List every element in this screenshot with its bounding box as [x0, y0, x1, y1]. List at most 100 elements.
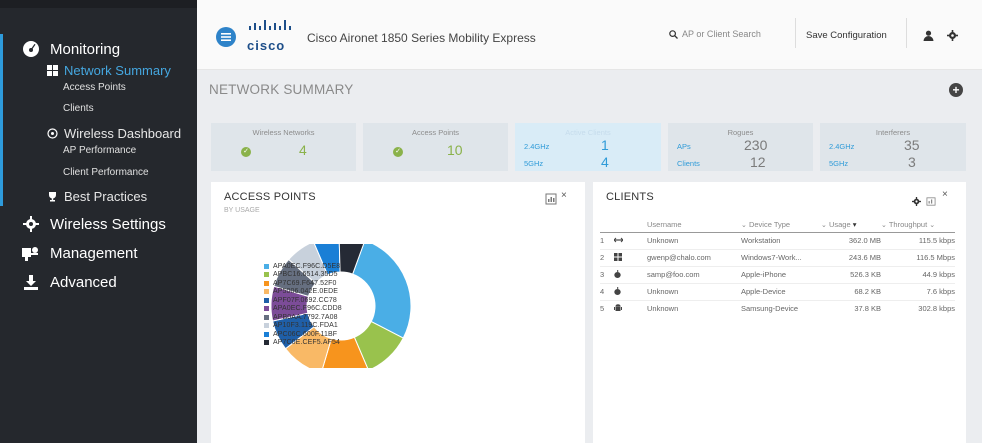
check-icon: ✓: [241, 147, 251, 157]
sidebar-item-access-points[interactable]: Access Points: [63, 80, 126, 94]
col-usage[interactable]: ⌄ Usage ▾: [821, 218, 881, 233]
close-icon[interactable]: ×: [942, 189, 948, 200]
stat-label: Rogues: [727, 128, 754, 137]
row-index: 2: [600, 248, 614, 266]
panel-title: ACCESS POINTS: [224, 191, 316, 203]
band-label: 2.4GHz: [829, 142, 855, 151]
sidebar-item-monitoring[interactable]: Monitoring: [0, 36, 197, 62]
sidebar-item-advanced[interactable]: Advanced: [0, 269, 197, 295]
stat-rogues[interactable]: Rogues APs 230 Clients 12: [668, 123, 813, 171]
table-row[interactable]: 1 Unknown Workstation 362.0 MB 115.5 kbps: [600, 231, 955, 249]
stat-label: Wireless Networks: [252, 128, 315, 137]
sidebar-item-ap-performance[interactable]: AP Performance: [63, 143, 136, 157]
client-device-type: Apple-iPhone: [741, 265, 821, 283]
sidebar-item-best-practices[interactable]: Best Practices: [47, 187, 147, 205]
sidebar-item-wireless-dashboard[interactable]: Wireless Dashboard: [47, 124, 181, 142]
legend-swatch: [264, 340, 269, 346]
settings-gear-icon[interactable]: [947, 28, 958, 46]
sidebar-item-client-performance[interactable]: Client Performance: [63, 165, 149, 179]
donut-slice[interactable]: [352, 244, 412, 339]
cisco-logo: cisco: [247, 20, 297, 53]
sidebar-label-monitoring: Monitoring: [50, 40, 121, 58]
client-usage: 243.6 MB: [821, 248, 881, 266]
check-icon: ✓: [393, 147, 403, 157]
chart-type-icon[interactable]: [926, 193, 936, 211]
chart-type-icon[interactable]: [545, 192, 557, 210]
legend-item[interactable]: AP7C69.F647.52F0: [264, 279, 342, 288]
table-row[interactable]: 2 gwenp@chalo.com Windows7-Work... 243.6 MB…: [600, 248, 955, 266]
legend-item[interactable]: AP10F3.119C.FDA1: [264, 322, 342, 331]
legend-label: APA0EC.F96C.CDD8: [273, 305, 342, 313]
sidebar-item-network-summary[interactable]: Network Summary: [47, 61, 171, 79]
stat-interferers[interactable]: Interferers 2.4GHz 35 5GHz 3: [820, 123, 966, 171]
app-title: Cisco Aironet 1850 Series Mobility Expre…: [307, 31, 536, 45]
client-throughput: 44.9 kbps: [881, 265, 955, 283]
legend-item[interactable]: APF07F.0692.CC78: [264, 296, 342, 305]
stat-wireless-networks[interactable]: Wireless Networks ✓ 4: [211, 123, 356, 171]
sidebar-label-wireless-dashboard: Wireless Dashboard: [64, 125, 182, 141]
sort-chevron-icon: ⌄: [881, 222, 887, 230]
panel-title: CLIENTS: [606, 191, 654, 203]
sidebar-top-strip: [0, 0, 197, 8]
search-box[interactable]: AP or Client Search: [669, 29, 761, 39]
legend-swatch: [264, 306, 269, 312]
table-header-row: Username ⌄ Device Type ⌄ Usage ▾ ⌄ Throu…: [600, 218, 955, 233]
legend-item[interactable]: AP7C0E.CEF5.AF54: [264, 339, 342, 348]
search-placeholder: AP or Client Search: [682, 29, 761, 39]
download-icon: [20, 271, 42, 293]
col-username[interactable]: Username: [647, 218, 741, 233]
table-row[interactable]: 3 samp@foo.com Apple-iPhone 526.3 KB 44.9 kb…: [600, 265, 955, 283]
legend-label: AP7C69.F647.52F0: [273, 279, 337, 287]
legend-swatch: [264, 314, 269, 320]
legend-item[interactable]: AP5006.042E.0EDE: [264, 288, 342, 297]
row-label: Clients: [677, 159, 700, 168]
stat-value: 4: [299, 142, 307, 158]
stat-label: Interferers: [875, 128, 911, 137]
client-throughput: 115.5 kbps: [881, 231, 955, 249]
stat-label: Access Points: [411, 128, 460, 137]
ethernet-icon: [613, 231, 647, 249]
save-configuration-button[interactable]: Save Configuration: [806, 30, 887, 41]
row-index: 3: [600, 265, 614, 283]
sidebar-item-wireless-settings[interactable]: Wireless Settings: [0, 211, 197, 237]
sidebar-label-wireless-settings: Wireless Settings: [50, 215, 166, 233]
table-row[interactable]: 5 Unknown Samsung-Device 37.8 KB 302.8 kbps: [600, 299, 955, 317]
legend-item[interactable]: APA0EC.F96C.CDD8: [264, 305, 342, 314]
sidebar-item-clients[interactable]: Clients: [63, 101, 94, 115]
stat-value: 35: [904, 137, 920, 153]
legend-item[interactable]: APBC16.6514.35D5: [264, 271, 342, 280]
sort-chevron-icon: ⌄: [741, 222, 747, 230]
col-label: Throughput: [888, 220, 928, 230]
stat-access-points[interactable]: Access Points ✓ 10: [363, 123, 508, 171]
gear-icon[interactable]: [912, 193, 921, 211]
sidebar-item-management[interactable]: Management: [0, 240, 197, 266]
legend-item[interactable]: APC06C.600F.11BF: [264, 330, 342, 339]
legend-swatch: [264, 289, 269, 295]
legend-swatch: [264, 280, 269, 286]
stat-value: 230: [744, 137, 768, 153]
stat-active-clients[interactable]: Active Clients 2.4GHz 1 5GHz 4: [515, 123, 661, 171]
close-icon[interactable]: ×: [561, 190, 567, 201]
sidebar-label-management: Management: [50, 244, 138, 262]
row-label: APs: [677, 142, 691, 151]
table-row[interactable]: 4 Unknown Apple-Device 68.2 KB 7.6 kbps: [600, 282, 955, 300]
client-device-type: Workstation: [741, 231, 821, 249]
client-usage: 68.2 KB: [821, 282, 881, 300]
legend-swatch: [264, 263, 269, 269]
sort-chevron-icon: ⌄: [821, 222, 827, 230]
menu-toggle-button[interactable]: [216, 27, 236, 47]
col-device-type[interactable]: ⌄ Device Type: [741, 218, 821, 233]
col-throughput[interactable]: ⌄ Throughput ⌄: [881, 218, 955, 233]
wireless-dashboard-icon: [47, 127, 58, 139]
legend-label: APF07F.0692.CC78: [273, 296, 337, 304]
stat-value: 3: [908, 154, 916, 170]
band-label: 5GHz: [524, 159, 544, 168]
legend-swatch: [264, 331, 269, 337]
user-icon[interactable]: [923, 28, 934, 46]
legend-item[interactable]: APA0EC.F96C.D5E8: [264, 262, 342, 271]
apple-icon: [614, 265, 647, 283]
legend-item[interactable]: APB0AA.7792.7A08: [264, 313, 342, 322]
search-icon: [669, 29, 678, 39]
client-usage: 362.0 MB: [821, 231, 881, 249]
add-widget-icon[interactable]: +: [949, 83, 963, 97]
